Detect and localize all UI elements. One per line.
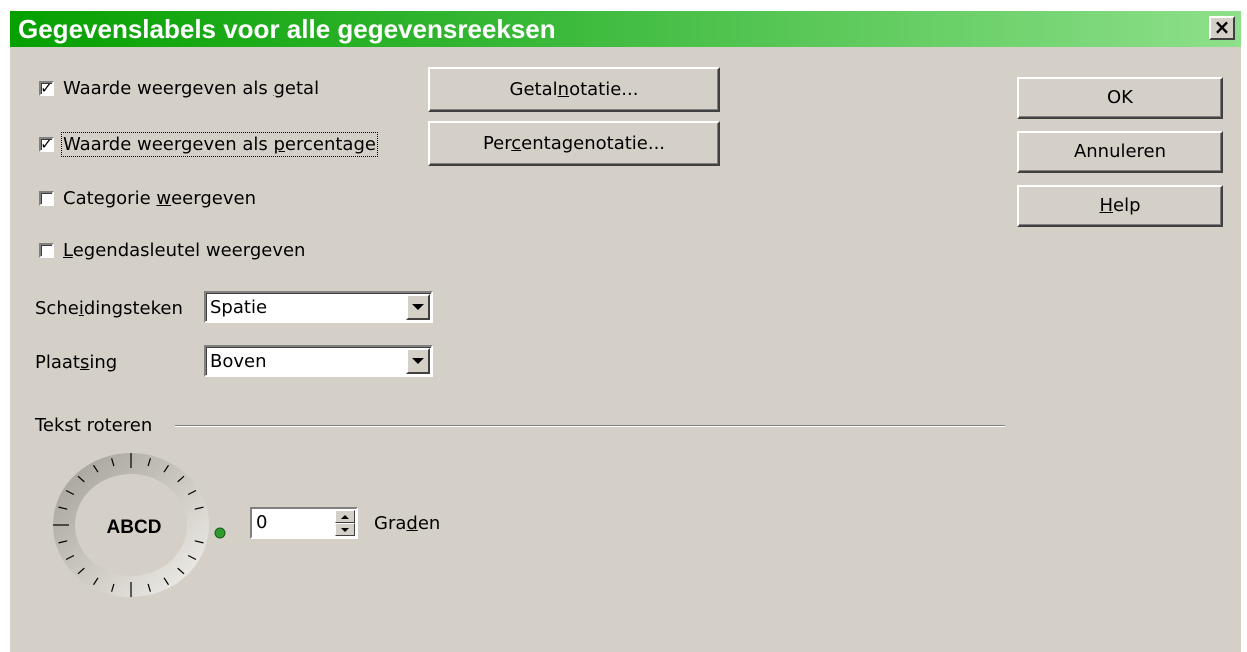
dialog-title: Gegevenslabels voor alle gegevensreeksen [18, 14, 556, 44]
degrees-spinbox[interactable]: 0 [250, 507, 358, 539]
placement-value: Boven [210, 351, 267, 372]
checkbox-box[interactable]: ✓ [39, 134, 54, 153]
show-value-number-label: Waarde weergeven als getal [63, 77, 320, 99]
dial-text: ABCD [107, 517, 162, 538]
placement-combo[interactable]: Boven [204, 345, 433, 377]
separator-value: Spatie [210, 297, 268, 318]
degrees-unit-label: Graden [374, 513, 441, 534]
show-value-number-checkbox[interactable]: ✓ Waarde weergeven als getal [39, 74, 319, 102]
rotation-knob-icon[interactable] [214, 527, 226, 539]
rotation-dial[interactable]: ABCD [52, 449, 232, 609]
spin-up-button[interactable] [335, 510, 355, 523]
checkmark-icon: ✓ [40, 134, 53, 153]
arrow-down-icon [341, 527, 349, 532]
data-labels-dialog: Gegevenslabels voor alle gegevensreeksen… [8, 10, 1241, 652]
show-value-percent-checkbox[interactable]: ✓ Waarde weergeven als percentage [39, 130, 378, 158]
separator-combo[interactable]: Spatie [204, 291, 433, 323]
show-category-label: Categorie weergeven [63, 187, 256, 209]
checkbox-box[interactable]: ✓ [39, 78, 54, 97]
arrow-up-icon [341, 514, 349, 519]
group-divider [175, 425, 1005, 427]
separator-label: Scheidingsteken [35, 298, 183, 319]
close-button[interactable]: × [1209, 16, 1235, 40]
dropdown-button[interactable] [406, 348, 430, 374]
checkbox-box[interactable] [39, 190, 54, 206]
title-bar[interactable]: Gegevenslabels voor alle gegevensreeksen… [10, 11, 1241, 47]
show-legend-key-label: Legendasleutel weergeven [63, 239, 306, 261]
number-format-button[interactable]: Getalnotatie... [428, 67, 720, 112]
cancel-button[interactable]: Annuleren [1017, 131, 1223, 173]
degrees-value: 0 [256, 512, 268, 533]
chevron-down-icon [412, 304, 424, 310]
show-value-percent-label: Waarde weergeven als percentage [61, 131, 378, 157]
percent-format-button[interactable]: Percentagenotatie... [428, 121, 720, 166]
checkmark-icon: ✓ [40, 78, 53, 97]
placement-label: Plaatsing [35, 352, 118, 373]
dropdown-button[interactable] [406, 294, 430, 320]
ok-button[interactable]: OK [1017, 77, 1223, 119]
chevron-down-icon [412, 358, 424, 364]
show-category-checkbox[interactable]: Categorie weergeven [39, 184, 256, 212]
spin-buttons[interactable] [335, 510, 355, 536]
show-legend-key-checkbox[interactable]: Legendasleutel weergeven [39, 236, 305, 264]
checkbox-box[interactable] [39, 242, 54, 258]
spin-down-button[interactable] [335, 523, 355, 536]
help-button[interactable]: Help [1017, 185, 1223, 227]
rotate-group-label: Tekst roteren [35, 415, 153, 436]
